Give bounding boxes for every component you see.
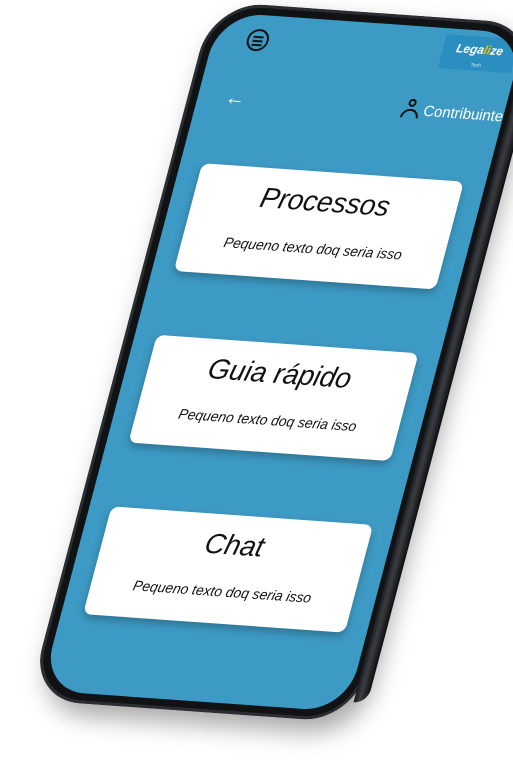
brand-logo: Legalize Tech [437, 34, 513, 74]
top-bar: ← Contribuinte [194, 82, 507, 134]
card-description: Pequeno texto doq seria isso [131, 577, 314, 606]
card-guia-rapido[interactable]: Guia rápido Pequeno texto doq seria isso [128, 334, 419, 462]
phone-frame: Legalize Tech ← Contribuinte Processos P… [0, 0, 513, 762]
card-description: Pequeno texto doq seria isso [176, 405, 359, 435]
card-title: Chat [201, 527, 268, 563]
card-title: Guia rápido [204, 352, 356, 394]
card-processos[interactable]: Processos Pequeno texto doq seria isso [173, 163, 464, 290]
brand-name-prefix: Lega [454, 41, 486, 58]
phone-body: Legalize Tech ← Contribuinte Processos P… [28, 1, 513, 723]
arrow-left-icon[interactable]: ← [223, 87, 248, 110]
brand-name-suffix: ze [488, 43, 505, 59]
card-description: Pequeno texto doq seria isso [222, 233, 405, 263]
user-label: Contribuinte [421, 102, 506, 126]
card-chat[interactable]: Chat Pequeno texto doq seria isso [83, 506, 374, 633]
status-bar: Legalize Tech [205, 12, 513, 89]
brand-tagline: Tech [469, 62, 482, 70]
user-button[interactable]: Contribuinte [398, 98, 506, 125]
card-title: Processos [256, 181, 394, 222]
stage: Legalize Tech ← Contribuinte Processos P… [0, 0, 513, 762]
user-icon [398, 98, 425, 119]
menu-circle-icon[interactable] [244, 28, 272, 52]
